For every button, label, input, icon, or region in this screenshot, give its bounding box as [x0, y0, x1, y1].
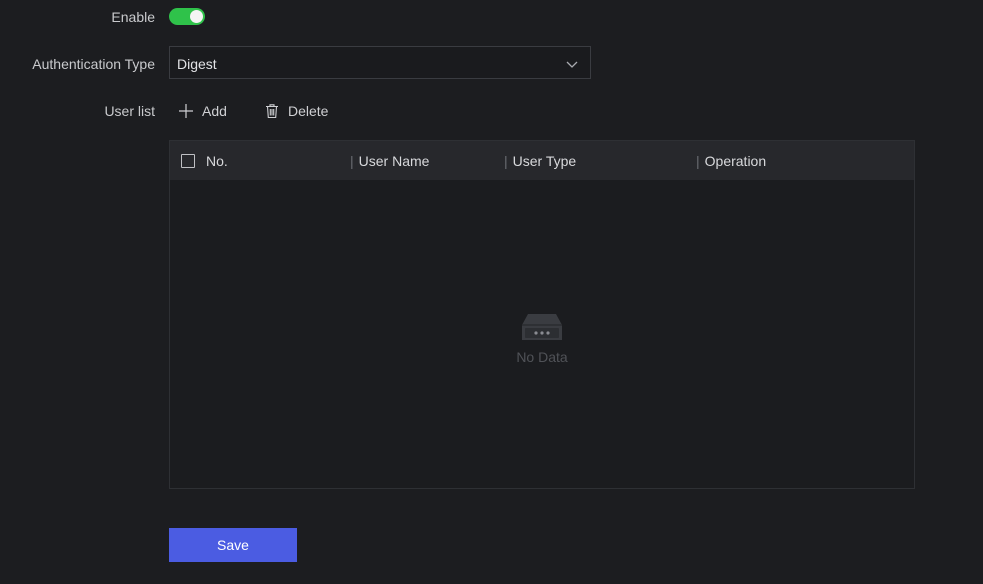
delete-button[interactable]: Delete	[264, 100, 328, 122]
column-header-no: No.	[206, 153, 228, 169]
toggle-knob	[190, 10, 203, 23]
enable-label: Enable	[111, 9, 155, 25]
delete-button-label: Delete	[288, 103, 329, 119]
plus-icon	[178, 103, 194, 119]
column-header-user-name: | User Name	[350, 153, 430, 169]
auth-type-select[interactable]: Digest	[169, 46, 591, 79]
add-button[interactable]: Add	[178, 100, 227, 122]
select-all-checkbox[interactable]	[181, 154, 195, 168]
save-button[interactable]: Save	[169, 528, 297, 562]
column-header-operation: | Operation	[696, 153, 767, 169]
auth-type-value: Digest	[177, 56, 217, 72]
empty-box-icon	[170, 311, 914, 343]
user-table: No. | User Name | User Type | Operation No …	[169, 140, 915, 489]
trash-icon	[264, 103, 280, 119]
empty-state-text: No Data	[516, 349, 568, 365]
table-header: No. | User Name | User Type | Operation	[170, 141, 914, 180]
column-header-user-type: | User Type	[504, 153, 577, 169]
add-button-label: Add	[202, 103, 227, 119]
auth-type-label: Authentication Type	[32, 56, 155, 72]
user-list-label: User list	[104, 103, 155, 119]
empty-state: No Data	[170, 311, 914, 365]
chevron-down-icon	[566, 57, 578, 69]
enable-toggle[interactable]	[169, 8, 205, 25]
